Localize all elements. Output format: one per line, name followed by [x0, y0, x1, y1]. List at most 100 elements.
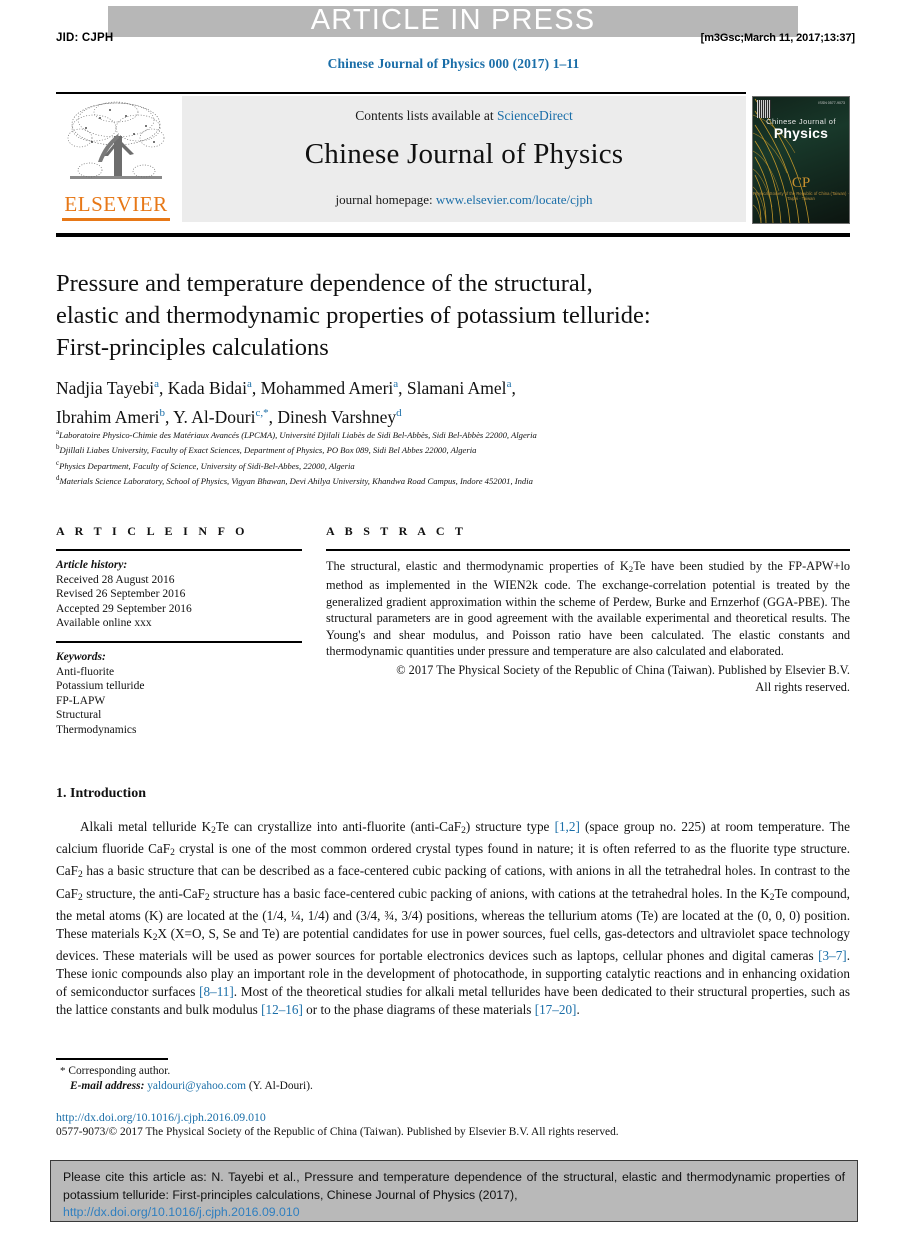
- typesetter-stamp: [m3Gsc;March 11, 2017;13:37]: [700, 32, 855, 44]
- keywords-block: Keywords: Anti-fluorite Potassium tellur…: [56, 650, 302, 738]
- masthead-panel: Contents lists available at ScienceDirec…: [182, 96, 746, 222]
- footnote-rule: [56, 1058, 168, 1060]
- cover-society-subtext: Physical Society of the Republic of Chin…: [753, 191, 849, 201]
- article-history-label: Article history:: [56, 559, 128, 571]
- author-affil-mark: d: [396, 406, 402, 419]
- history-item: Received 28 August 2016: [56, 573, 175, 586]
- keywords-rule: [56, 640, 302, 643]
- affiliation-text: Laboratoire Physico-Chimie des Matériaux…: [59, 429, 537, 440]
- journal-masthead: ELSEVIER Contents lists available at Sci…: [56, 96, 746, 222]
- journal-id-label: JID: CJPH: [56, 32, 114, 44]
- article-in-press-label: ARTICLE IN PRESS: [310, 4, 596, 36]
- affiliation-text: Physics Department, Faculty of Science, …: [59, 460, 355, 471]
- abstract-body: The structural, elastic and thermodynami…: [326, 559, 851, 658]
- article-first-page: ARTICLE IN PRESS JID: CJPH [m3Gsc;March …: [0, 0, 907, 1238]
- history-item: Accepted 29 September 2016: [56, 602, 192, 615]
- author-name: Kada Bidai: [167, 377, 247, 398]
- author-name: Y. Al-Douri: [173, 406, 256, 427]
- author-affil-mark: a: [506, 378, 512, 390]
- author-name: Dinesh Varshney: [277, 406, 397, 427]
- citation-text: Please cite this article as: N. Tayebi e…: [63, 1170, 845, 1202]
- journal-cover-thumbnail: ISSN 0577-9073 Chinese Journal of Physic…: [752, 96, 850, 224]
- journal-title: Chinese Journal of Physics: [304, 138, 624, 170]
- history-item: Available online xxx: [56, 617, 152, 630]
- journal-homepage-line: journal homepage: www.elsevier.com/locat…: [182, 192, 746, 208]
- sciencedirect-link[interactable]: ScienceDirect: [497, 108, 573, 123]
- contents-prefix: Contents lists available at: [355, 108, 497, 123]
- email-label: E-mail address:: [70, 1080, 145, 1092]
- author-name: Nadjia Tayebi: [56, 377, 155, 398]
- elsevier-wordmark: ELSEVIER: [64, 192, 168, 216]
- keyword-item: Structural: [56, 709, 102, 722]
- cover-barcode: [757, 100, 771, 118]
- issn-copyright-line: 0577-9073/© 2017 The Physical Society of…: [56, 1126, 619, 1138]
- abstract-rule: [326, 549, 850, 551]
- author-list: Nadjia Tayebia, Kada Bidaia, Mohammed Am…: [56, 372, 846, 430]
- author-name: Mohammed Ameri: [260, 377, 394, 398]
- citation-ref[interactable]: [3–7]: [818, 948, 847, 963]
- citation-doi-link[interactable]: http://dx.doi.org/10.1016/j.cjph.2016.09…: [63, 1204, 845, 1222]
- affiliation-item: cPhysics Department, Faculty of Science,…: [56, 457, 856, 472]
- citation-box: Please cite this article as: N. Tayebi e…: [50, 1160, 858, 1222]
- cover-society-mark: CP: [791, 175, 811, 191]
- article-info-heading: A R T I C L E I N F O: [56, 524, 249, 538]
- introduction-paragraph: Alkali metal telluride K2Te can crystall…: [56, 819, 850, 1018]
- affiliation-text: Djillali Liabes University, Faculty of E…: [59, 445, 477, 456]
- affiliation-item: aLaboratoire Physico-Chimie des Matériau…: [56, 426, 856, 441]
- article-history-block: Article history: Received 28 August 2016…: [56, 558, 302, 631]
- elsevier-orange-bar: [62, 218, 170, 221]
- affiliation-item: dMaterials Science Laboratory, School of…: [56, 472, 856, 487]
- email-note: E-mail address: yaldouri@yahoo.com (Y. A…: [60, 1079, 560, 1094]
- doi-link[interactable]: http://dx.doi.org/10.1016/j.cjph.2016.09…: [56, 1110, 266, 1125]
- copyright-line-1: © 2017 The Physical Society of the Repub…: [396, 663, 850, 678]
- contents-available-line: Contents lists available at ScienceDirec…: [182, 108, 746, 124]
- keyword-item: Potassium telluride: [56, 680, 145, 693]
- cover-title-large: Physics: [773, 125, 829, 141]
- title-line-2: elastic and thermodynamic properties of …: [56, 302, 651, 329]
- corresponding-star: *: [60, 1065, 66, 1077]
- keyword-item: FP-LAPW: [56, 694, 106, 707]
- masthead-bottom-rule: [56, 233, 850, 237]
- email-owner: (Y. Al-Douri).: [248, 1080, 313, 1092]
- homepage-prefix: journal homepage:: [335, 192, 436, 207]
- elsevier-tree-icon: [67, 101, 165, 179]
- email-address-link[interactable]: yaldouri@yahoo.com: [147, 1080, 246, 1092]
- author-affil-mark: b: [159, 406, 166, 419]
- article-info-column: A R T I C L E I N F O Article history: R…: [56, 524, 302, 738]
- abstract-copyright: © 2017 The Physical Society of the Repub…: [326, 662, 850, 695]
- article-info-rule: [56, 549, 302, 551]
- title-line-3: First-principles calculations: [56, 334, 329, 361]
- history-item: Revised 26 September 2016: [56, 588, 186, 601]
- corresponding-text: Corresponding author.: [68, 1065, 171, 1077]
- citation-ref[interactable]: [17–20]: [535, 1002, 577, 1017]
- citation-ref[interactable]: [12–16]: [261, 1002, 303, 1017]
- author-name: Ibrahim Ameri: [56, 406, 160, 427]
- author-line-1: Nadjia Tayebia, Kada Bidaia, Mohammed Am…: [56, 377, 516, 398]
- keyword-item: Anti-fluorite: [56, 665, 115, 678]
- copyright-line-2: All rights reserved.: [755, 679, 850, 694]
- abstract-column: A B S T R A C T The structural, elastic …: [326, 524, 850, 695]
- cover-issn-text: ISSN 0577-9073: [818, 101, 845, 105]
- affiliation-list: aLaboratoire Physico-Chimie des Matériau…: [56, 426, 856, 488]
- masthead-top-rule: [56, 92, 746, 94]
- corresponding-author-mark: c,*: [255, 406, 269, 419]
- author-affil-mark: a: [246, 378, 252, 390]
- author-affil-mark: a: [393, 378, 399, 390]
- citation-ref[interactable]: [8–11]: [199, 984, 234, 999]
- author-name: Slamani Amel: [406, 377, 507, 398]
- journal-homepage-link[interactable]: www.elsevier.com/locate/cjph: [436, 192, 593, 207]
- introduction-heading: 1. Introduction: [56, 786, 146, 801]
- journal-reference-line: Chinese Journal of Physics 000 (2017) 1–…: [327, 56, 580, 71]
- footnote-block: * Corresponding author. E-mail address: …: [60, 1064, 560, 1094]
- affiliation-text: Materials Science Laboratory, School of …: [59, 476, 533, 487]
- title-line-1: Pressure and temperature dependence of t…: [56, 270, 593, 297]
- keyword-item: Thermodynamics: [56, 723, 137, 736]
- abstract-heading: A B S T R A C T: [326, 524, 467, 538]
- citation-ref[interactable]: [1,2]: [555, 819, 580, 834]
- keywords-label: Keywords:: [56, 650, 106, 663]
- corresponding-author-note: * Corresponding author.: [60, 1064, 560, 1079]
- page-title: Pressure and temperature dependence of t…: [56, 268, 846, 364]
- author-affil-mark: a: [154, 378, 159, 390]
- elsevier-logo: ELSEVIER: [56, 96, 176, 222]
- affiliation-item: bDjillali Liabes University, Faculty of …: [56, 441, 856, 456]
